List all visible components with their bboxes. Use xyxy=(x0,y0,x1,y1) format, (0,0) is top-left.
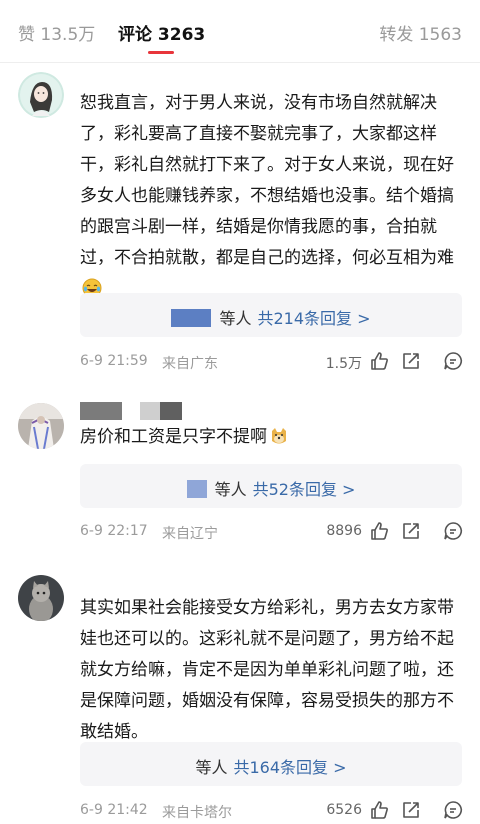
comment-text: 房价和工资是只字不提啊 xyxy=(80,422,466,453)
comment-date: 6-9 21:42 xyxy=(80,802,148,818)
tab-comments[interactable]: 评论 3263 xyxy=(118,20,205,45)
thumbs-up-icon[interactable] xyxy=(368,799,390,821)
avatar[interactable] xyxy=(18,72,64,118)
thumbs-up-icon[interactable] xyxy=(368,350,390,372)
avatar[interactable] xyxy=(18,403,64,449)
share-icon[interactable] xyxy=(400,350,422,372)
comment-meta: 6-9 22:17 来自辽宁 8896 xyxy=(80,520,466,544)
comment-icon[interactable] xyxy=(442,799,464,821)
reply-summary[interactable]: 等人 共214条回复 > xyxy=(80,293,462,337)
like-count: 6526 xyxy=(326,802,362,818)
like-count: 1.5万 xyxy=(325,356,362,372)
comment-date: 6-9 22:17 xyxy=(80,523,148,539)
comment-location: 来自辽宁 xyxy=(162,526,218,542)
censored-username xyxy=(160,402,182,420)
censored-username xyxy=(186,480,207,498)
comment-location: 来自广东 xyxy=(162,356,218,372)
comment-location: 来自卡塔尔 xyxy=(162,805,232,821)
reply-summary[interactable]: 等人 共52条回复 > xyxy=(80,464,462,508)
comment-date: 6-9 21:59 xyxy=(80,353,148,369)
tab-likes[interactable]: 赞 13.5万 xyxy=(18,20,95,45)
tab-divider xyxy=(0,62,480,63)
share-icon[interactable] xyxy=(400,799,422,821)
censored-username xyxy=(80,402,122,420)
censored-username xyxy=(171,309,212,327)
comment-meta: 6-9 21:42 来自卡塔尔 6526 xyxy=(80,799,466,823)
reply-summary[interactable]: 等人 共164条回复 > xyxy=(80,742,462,786)
view-replies-link[interactable]: 共164条回复 > xyxy=(233,758,346,777)
view-replies-link[interactable]: 共52条回复 > xyxy=(253,480,356,499)
thumbs-up-icon[interactable] xyxy=(368,520,390,542)
avatar[interactable] xyxy=(18,575,64,621)
censored-username xyxy=(140,402,160,420)
comment-icon[interactable] xyxy=(442,350,464,372)
doge-emoji-icon xyxy=(269,426,289,446)
comment-meta: 6-9 21:59 来自广东 1.5万 xyxy=(80,350,466,374)
active-tab-indicator xyxy=(148,51,174,54)
tab-reposts[interactable]: 转发 1563 xyxy=(379,20,462,45)
comment-text: 其实如果社会能接受女方给彩礼，男方去女方家带娃也还可以的。这彩礼就不是问题了，男… xyxy=(80,598,454,742)
tab-bar: 赞 13.5万 评论 3263 转发 1563 xyxy=(0,0,480,62)
comment-icon[interactable] xyxy=(442,520,464,542)
comment-text: 恕我直言，对于男人来说，没有市场自然就解决了，彩礼要高了直接不娶就完事了，大家都… xyxy=(80,88,466,305)
view-replies-link[interactable]: 共214条回复 > xyxy=(257,309,370,328)
share-icon[interactable] xyxy=(400,520,422,542)
like-count: 8896 xyxy=(326,523,362,539)
